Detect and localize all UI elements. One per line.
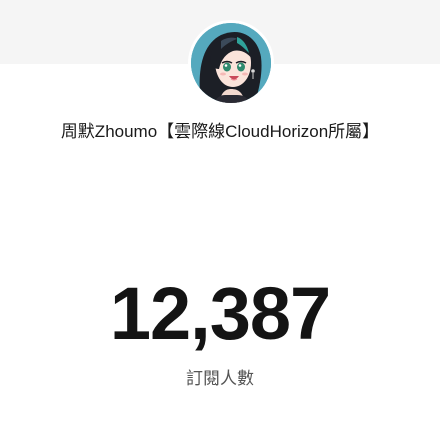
channel-name[interactable]: 周默Zhoumo【雲際線CloudHorizon所屬】 bbox=[0, 117, 440, 142]
subscriber-count-label: 訂閱人數 bbox=[186, 369, 254, 388]
subscriber-count: 12,387 bbox=[109, 272, 331, 355]
subscriber-counter-page: 周默Zhoumo【雲際線CloudHorizon所屬】 12,387 訂閱人數 bbox=[0, 0, 440, 432]
avatar-illustration-icon bbox=[191, 23, 271, 103]
avatar[interactable] bbox=[191, 23, 271, 103]
